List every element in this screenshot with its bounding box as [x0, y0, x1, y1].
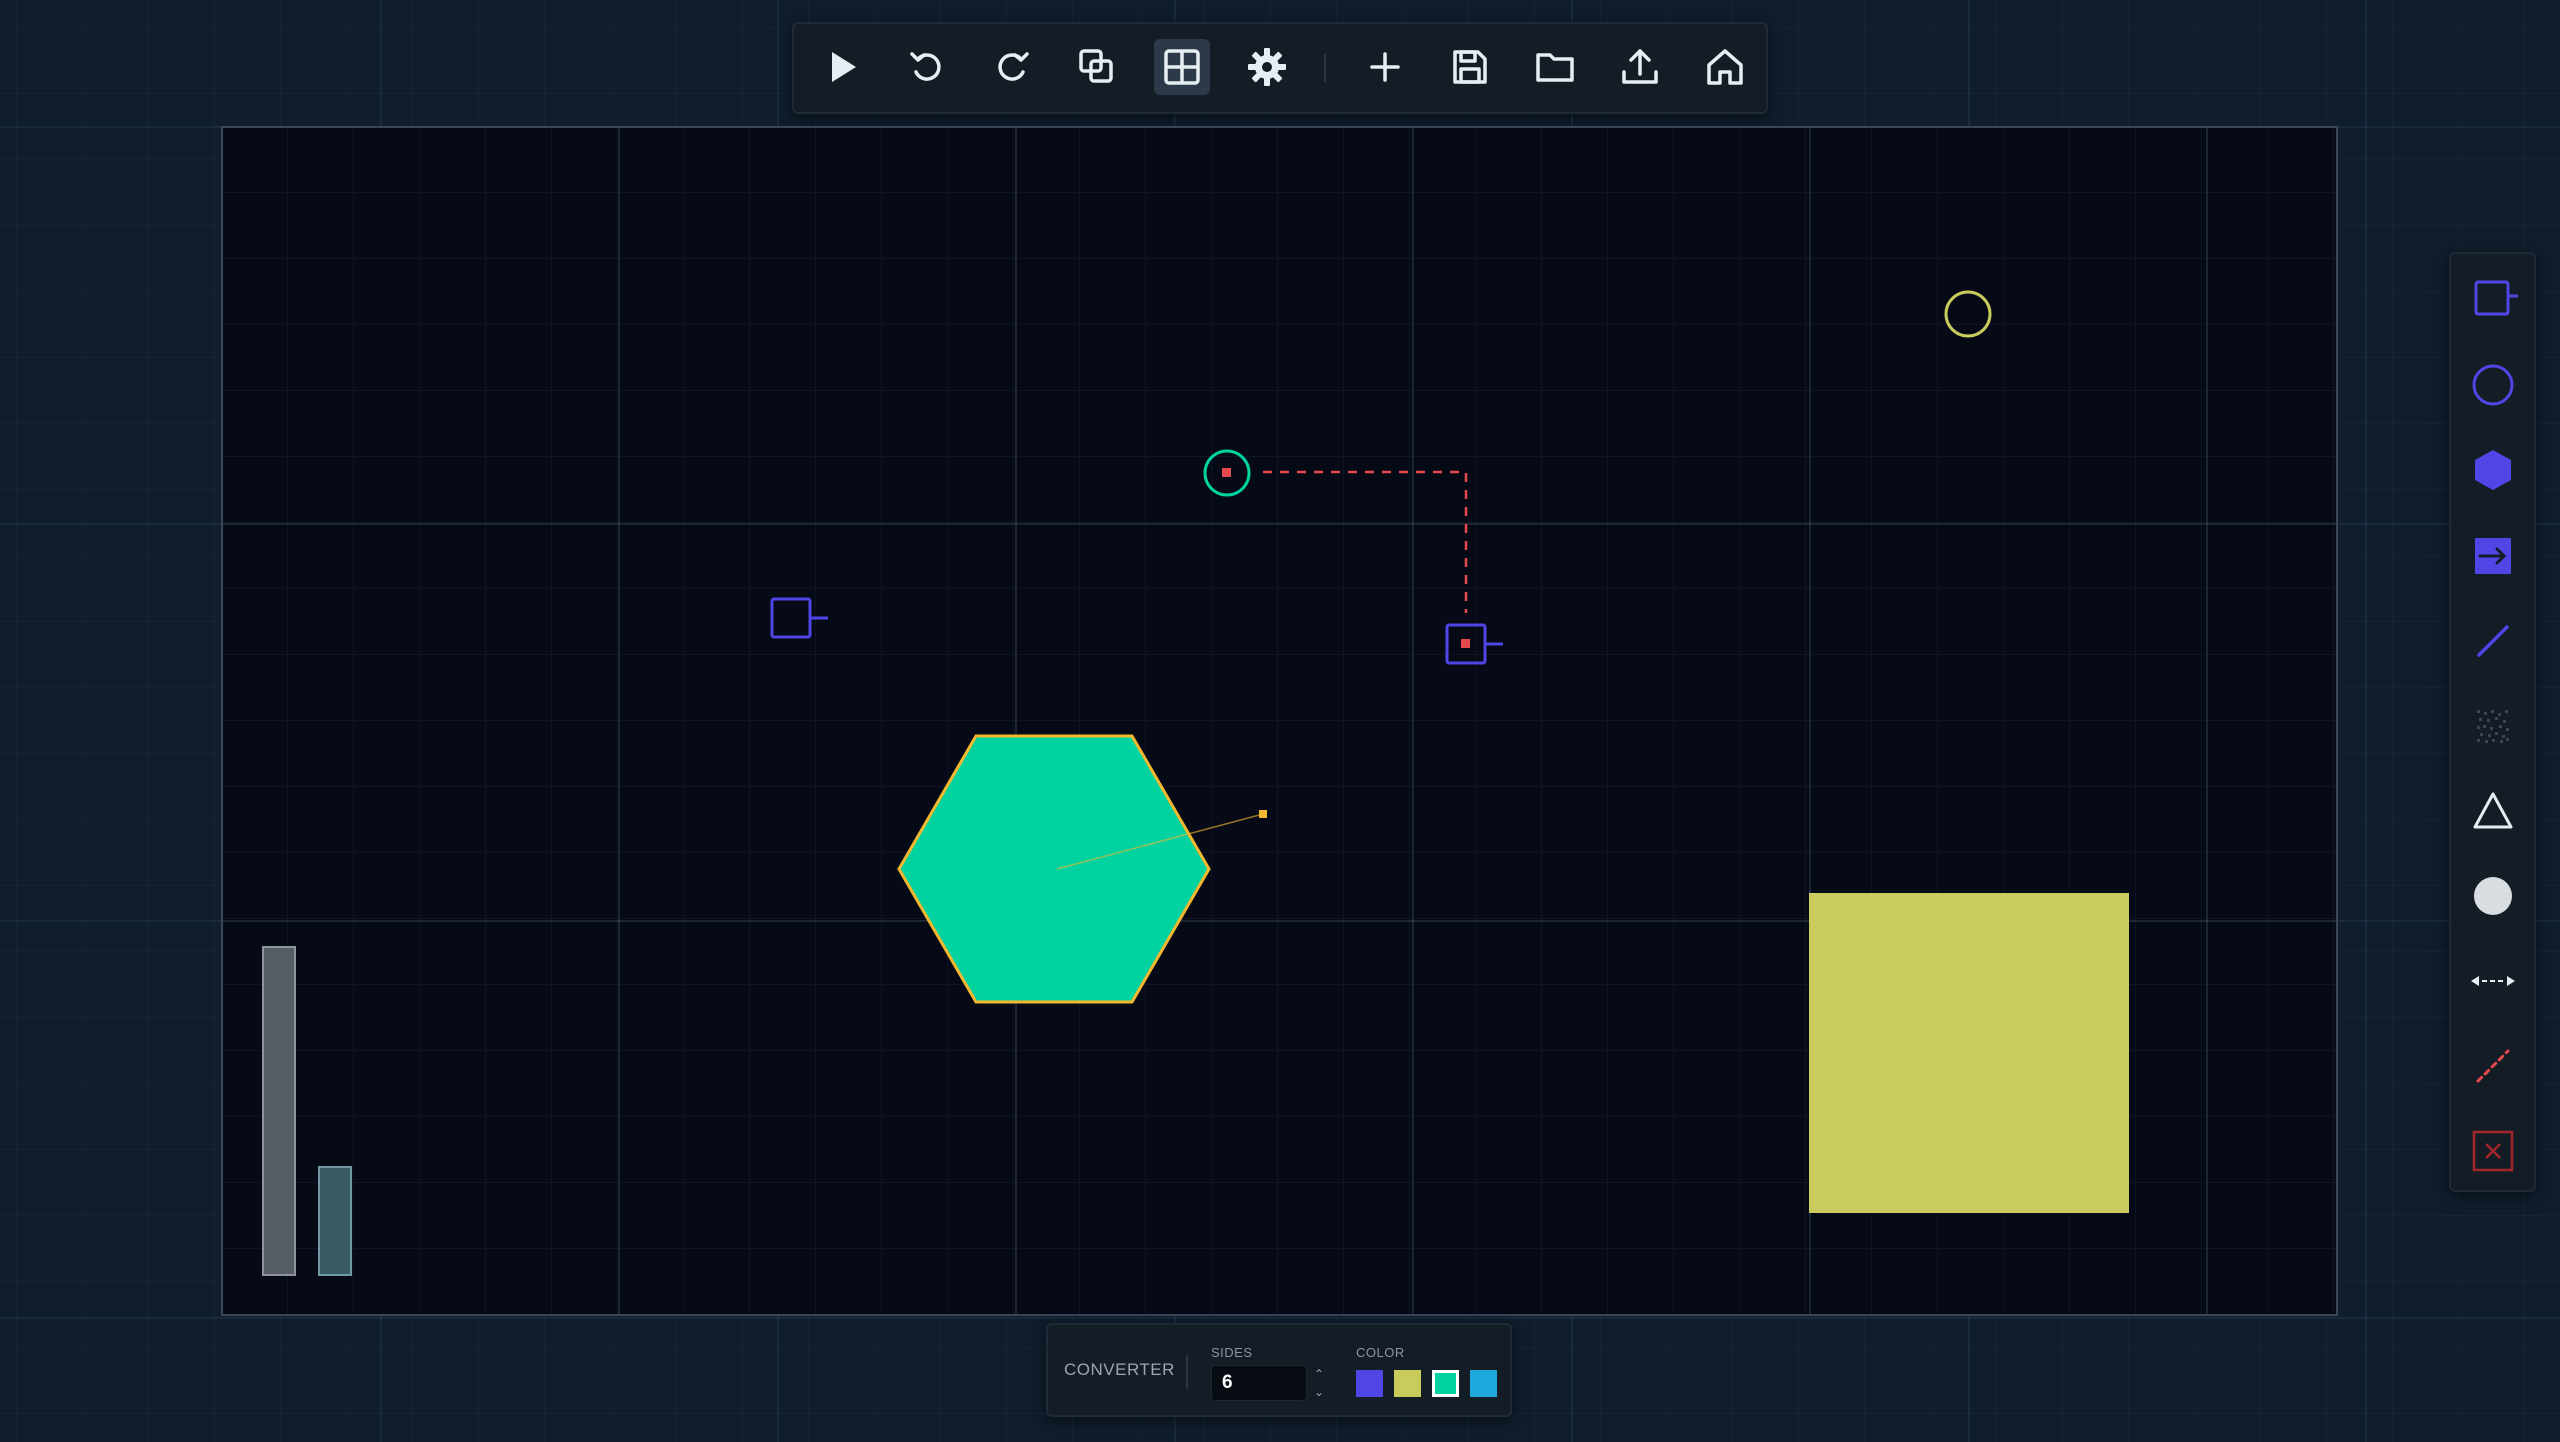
emitter-port	[1222, 468, 1231, 477]
target-block[interactable]	[1809, 893, 2129, 1213]
save-icon	[1453, 50, 1487, 84]
upload-icon	[1622, 49, 1658, 84]
color-label: COLOR	[1356, 1345, 1405, 1360]
tool-converter[interactable]	[2468, 445, 2518, 495]
open-button[interactable]	[1527, 39, 1583, 95]
redo-icon	[998, 52, 1029, 81]
hexagon-icon	[2475, 450, 2511, 490]
dashed-arrows-icon	[2471, 976, 2515, 986]
duplicate-button[interactable]	[1069, 39, 1125, 95]
grid-toggle-button[interactable]	[1154, 39, 1210, 95]
tool-spring[interactable]	[2468, 956, 2518, 1006]
target-ring[interactable]	[1944, 290, 1992, 338]
tool-output[interactable]	[2468, 531, 2518, 581]
settings-button[interactable]	[1239, 39, 1295, 95]
source-box-icon	[2474, 280, 2518, 316]
source-box-linked[interactable]	[1445, 623, 1503, 665]
tool-noise[interactable]	[2468, 701, 2518, 751]
toolbar-divider	[1324, 54, 1326, 82]
plus-icon	[1370, 52, 1400, 82]
level-meter-bar	[262, 946, 296, 1276]
delete-box-icon	[2472, 1130, 2514, 1172]
home-button[interactable]	[1697, 39, 1753, 95]
grid-icon	[1164, 49, 1200, 85]
export-button[interactable]	[1612, 39, 1668, 95]
color-swatch-blue[interactable]	[1470, 1370, 1497, 1397]
undo-icon	[910, 52, 941, 81]
gear-icon	[1248, 48, 1286, 86]
selected-object-type: CONVERTER	[1064, 1360, 1175, 1379]
sides-stepper[interactable]: ⌃ ⌄	[1310, 1365, 1328, 1401]
progress-meter-bar	[318, 1166, 352, 1276]
sides-label: SIDES	[1211, 1345, 1253, 1360]
source-box-left[interactable]	[770, 597, 828, 639]
save-button[interactable]	[1442, 39, 1498, 95]
home-icon	[1707, 49, 1743, 85]
tool-palette	[2449, 252, 2536, 1192]
color-swatch-indigo[interactable]	[1356, 1370, 1383, 1397]
play-icon	[832, 52, 856, 82]
arrow-box-icon	[2475, 538, 2511, 574]
redo-button[interactable]	[984, 39, 1040, 95]
color-swatch-olive[interactable]	[1394, 1370, 1421, 1397]
tool-link[interactable]	[2468, 1041, 2518, 1091]
filled-circle-icon	[2474, 877, 2512, 915]
connection-link[interactable]	[1263, 470, 1468, 613]
add-button[interactable]	[1357, 39, 1413, 95]
undo-button[interactable]	[899, 39, 955, 95]
line-icon	[2477, 625, 2509, 657]
simulation-canvas[interactable]	[221, 126, 2338, 1316]
tool-circle[interactable]	[2468, 360, 2518, 410]
play-button[interactable]	[814, 39, 870, 95]
triangle-icon	[2473, 792, 2513, 829]
stepper-down-icon[interactable]: ⌄	[1310, 1383, 1328, 1401]
tool-line[interactable]	[2468, 616, 2518, 666]
tool-source[interactable]	[2468, 274, 2518, 324]
circle-outline-icon	[2472, 364, 2514, 406]
sides-input[interactable]: 6	[1211, 1365, 1307, 1401]
tool-ball[interactable]	[2468, 871, 2518, 921]
stepper-up-icon[interactable]: ⌃	[1310, 1365, 1328, 1383]
folder-icon	[1536, 53, 1574, 82]
scene-layer	[770, 290, 2129, 1213]
rotation-handle[interactable]	[1259, 810, 1267, 818]
converter-hexagon[interactable]	[897, 734, 1211, 1004]
tool-delete[interactable]	[2468, 1126, 2518, 1176]
dashed-line-icon	[2476, 1049, 2510, 1083]
noise-icon	[2477, 710, 2509, 743]
color-swatch-teal[interactable]	[1432, 1370, 1459, 1397]
property-panel: CONVERTER SIDES 6 ⌃ ⌄ COLOR	[1046, 1323, 1512, 1417]
tool-triangle[interactable]	[2468, 786, 2518, 836]
duplicate-icon	[1079, 49, 1113, 83]
panel-divider	[1186, 1355, 1188, 1389]
top-toolbar	[792, 22, 1768, 114]
